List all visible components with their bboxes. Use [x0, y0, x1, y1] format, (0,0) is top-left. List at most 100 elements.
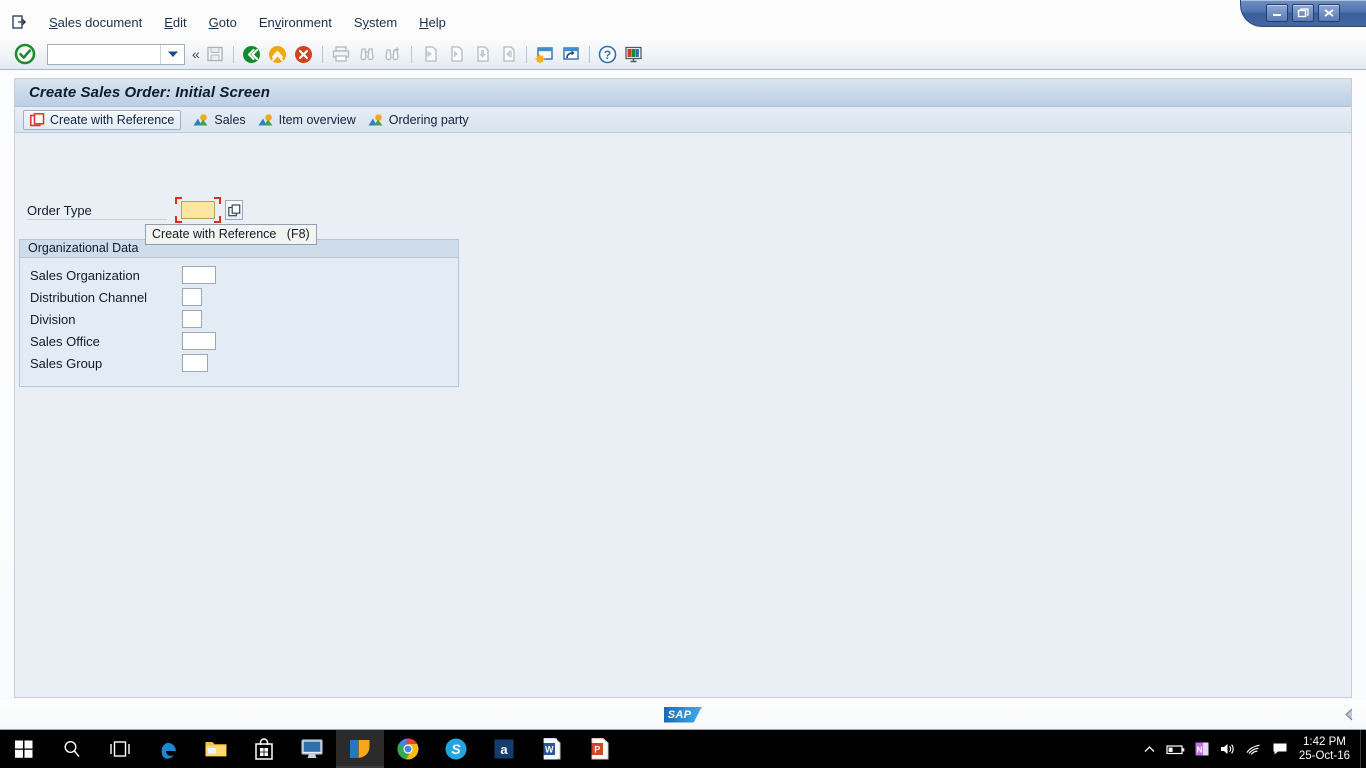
system-menu-icon[interactable]	[12, 15, 28, 29]
menu-environment[interactable]: Environment	[248, 13, 343, 32]
store-button[interactable]	[240, 730, 288, 768]
wifi-icon[interactable]	[1241, 730, 1267, 768]
previous-page-icon[interactable]	[444, 42, 468, 66]
window-caption-buttons	[1240, 0, 1366, 30]
toolbar-divider	[410, 45, 412, 63]
menu-help[interactable]: Help	[408, 13, 457, 32]
screen-root: Sales document Edit Goto Environment Sys…	[0, 0, 1366, 768]
sales-office-row: Sales Office	[30, 330, 458, 352]
sap-logo: SAP	[664, 706, 702, 723]
focus-bracket-icon	[175, 197, 182, 204]
ordering-party-label: Ordering party	[388, 112, 469, 127]
search-button[interactable]	[48, 730, 96, 768]
sales-button[interactable]: Sales	[187, 110, 251, 130]
skype-button[interactable]: S	[432, 730, 480, 768]
sap-logon-button[interactable]	[336, 730, 384, 768]
save-icon[interactable]	[203, 42, 227, 66]
toolbar-divider	[525, 45, 527, 63]
create-with-reference-label: Create with Reference	[50, 112, 175, 127]
new-session-icon[interactable]	[533, 42, 557, 66]
powerpoint-button[interactable]: P	[576, 730, 624, 768]
chevron-down-icon[interactable]	[160, 44, 184, 64]
collapse-left-icon[interactable]	[1342, 707, 1356, 722]
sales-office-input[interactable]	[182, 332, 216, 350]
distribution-channel-label: Distribution Channel	[30, 289, 148, 305]
svg-text:W: W	[545, 745, 554, 755]
toolbar-divider	[588, 45, 590, 63]
edge-button[interactable]	[144, 730, 192, 768]
binoculars-plus-icon[interactable]	[381, 42, 405, 66]
menu-edit[interactable]: Edit	[153, 13, 197, 32]
restore-button[interactable]	[1292, 4, 1314, 22]
help-question-icon[interactable]: ?	[596, 42, 620, 66]
word-button[interactable]: W	[528, 730, 576, 768]
clock-date: 25-Oct-16	[1298, 750, 1350, 762]
next-page-icon[interactable]	[470, 42, 494, 66]
sales-organization-input[interactable]	[182, 266, 216, 284]
shortcut-icon[interactable]	[559, 42, 583, 66]
status-bar: SAP	[0, 700, 1366, 729]
command-input[interactable]	[48, 45, 160, 63]
sales-group-input[interactable]	[182, 354, 208, 372]
focus-bracket-icon	[175, 216, 182, 223]
landscape-icon	[258, 113, 274, 127]
sales-group-label: Sales Group	[30, 355, 103, 371]
start-button[interactable]	[0, 730, 48, 768]
speaker-icon[interactable]	[1215, 730, 1241, 768]
last-page-icon[interactable]	[496, 42, 520, 66]
svg-text:P: P	[594, 745, 600, 755]
menu-goto[interactable]: Goto	[198, 13, 248, 32]
order-type-search-help-button[interactable]	[225, 200, 243, 220]
sales-group-row: Sales Group	[30, 352, 458, 374]
sales-office-label: Sales Office	[30, 333, 100, 349]
page-title: Create Sales Order: Initial Screen	[29, 84, 271, 101]
back-green-icon[interactable]	[240, 42, 264, 66]
create-with-reference-button[interactable]: Create with Reference	[23, 109, 182, 130]
minimize-button[interactable]	[1266, 4, 1288, 22]
show-desktop-button[interactable]	[1360, 730, 1366, 768]
binoculars-icon[interactable]	[355, 42, 379, 66]
double-chevron-left-icon[interactable]: «	[192, 46, 200, 62]
division-label: Division	[30, 311, 76, 327]
access-button[interactable]: a	[480, 730, 528, 768]
menu-sales-document[interactable]: Sales document	[38, 13, 153, 32]
focus-bracket-icon	[214, 216, 221, 223]
sales-organization-label: Sales Organization	[30, 267, 140, 283]
screen-title-bar: Create Sales Order: Initial Screen	[15, 79, 1351, 107]
ordering-party-button[interactable]: Ordering party	[362, 110, 475, 130]
tooltip: Create with Reference (F8)	[145, 224, 317, 245]
action-center-icon[interactable]	[1267, 730, 1293, 768]
distribution-channel-input[interactable]	[182, 288, 202, 306]
cancel-red-icon[interactable]	[292, 42, 316, 66]
order-type-label: Order Type	[27, 202, 92, 218]
print-icon[interactable]	[329, 42, 353, 66]
organizational-data-body: Sales Organization Distribution Channel …	[20, 258, 458, 374]
toolbar-divider	[321, 45, 323, 63]
order-type-input[interactable]	[181, 201, 215, 219]
system-toolbar: « ?	[0, 38, 1366, 70]
command-field[interactable]	[47, 43, 185, 65]
item-overview-label: Item overview	[278, 112, 356, 127]
chrome-button[interactable]	[384, 730, 432, 768]
menu-system[interactable]: System	[343, 13, 408, 32]
toolbar-divider	[232, 45, 234, 63]
task-view-button[interactable]	[96, 730, 144, 768]
division-row: Division	[30, 308, 458, 330]
file-explorer-button[interactable]	[192, 730, 240, 768]
battery-icon[interactable]	[1163, 730, 1189, 768]
create-with-reference-icon	[30, 112, 45, 127]
focus-bracket-icon	[214, 197, 221, 204]
enter-checkmark-icon[interactable]	[14, 43, 36, 65]
chevron-up-icon[interactable]	[1137, 730, 1163, 768]
exit-yellow-icon[interactable]	[266, 42, 290, 66]
remote-desktop-button[interactable]	[288, 730, 336, 768]
onenote-icon[interactable]: N	[1189, 730, 1215, 768]
division-input[interactable]	[182, 310, 202, 328]
customize-layout-icon[interactable]	[622, 42, 646, 66]
organizational-data-group: Organizational Data Sales Organization D…	[19, 239, 459, 387]
clock[interactable]: 1:42 PM 25-Oct-16	[1293, 735, 1360, 763]
first-page-icon[interactable]	[418, 42, 442, 66]
close-button[interactable]	[1318, 4, 1340, 22]
landscape-icon	[193, 113, 209, 127]
item-overview-button[interactable]: Item overview	[252, 110, 362, 130]
